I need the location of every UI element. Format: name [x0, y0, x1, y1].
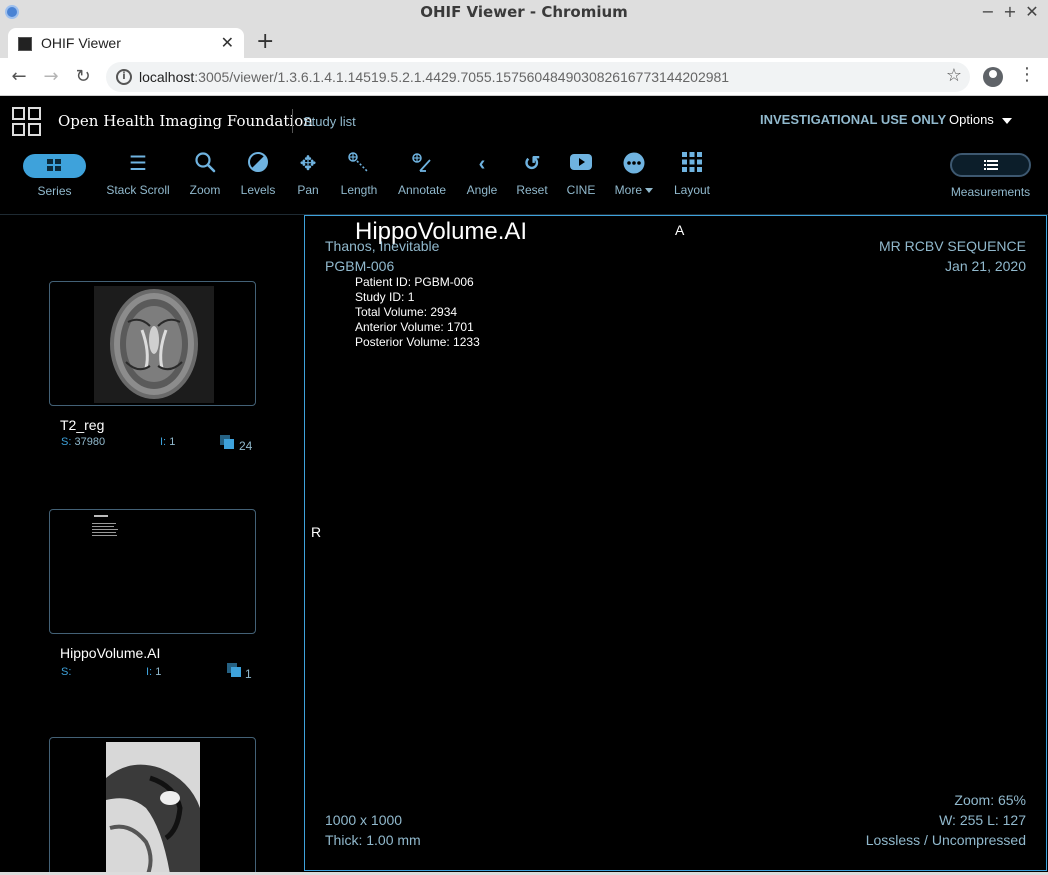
report-line: Study ID: 1: [355, 290, 415, 304]
report-thumbnail-icon: [92, 515, 118, 536]
patient-id: PGBM-006: [325, 258, 395, 274]
reload-icon[interactable]: ↻: [72, 66, 94, 87]
tab-close-icon[interactable]: ✕: [221, 33, 234, 52]
thumbnail-image-count: 24: [239, 439, 253, 453]
cine-button[interactable]: CINE: [564, 151, 598, 197]
zoom-level: Zoom: 65%: [954, 792, 1026, 808]
image-dimensions: 1000 x 1000: [325, 812, 403, 828]
site-info-icon[interactable]: i: [116, 69, 132, 85]
ohif-favicon-icon: [18, 37, 32, 51]
investigational-label: INVESTIGATIONAL USE ONLY: [760, 112, 947, 127]
measurements-toggle-button[interactable]: [950, 153, 1031, 177]
zoom-button[interactable]: Zoom: [186, 151, 224, 197]
series-description: MR RCBV SEQUENCE: [878, 238, 1026, 254]
report-line: Patient ID: PGBM-006: [355, 275, 474, 289]
levels-icon: [238, 151, 278, 177]
profile-icon[interactable]: [983, 67, 1003, 87]
orientation-top-marker: A: [675, 222, 685, 238]
cine-icon: [564, 151, 598, 177]
pan-icon: ✥: [299, 153, 317, 175]
back-icon[interactable]: ←: [8, 66, 30, 87]
window-titlebar: OHIF Viewer - Chromium − + ✕: [0, 0, 1048, 24]
browser-toolbar: ← → ↻ i localhost:3005/viewer/1.3.6.1.4.…: [0, 58, 1048, 96]
pan-button[interactable]: ✥ Pan: [292, 151, 324, 197]
reset-icon: ↺: [523, 153, 541, 175]
report-line: Anterior Volume: 1701: [355, 320, 474, 334]
stack-icon: [220, 435, 234, 449]
browser-tab[interactable]: OHIF Viewer ✕: [8, 28, 244, 58]
more-button[interactable]: More: [610, 151, 658, 197]
brain-mri-thumbnail-icon: [94, 286, 214, 403]
annotate-icon: [395, 151, 449, 177]
length-icon: [338, 151, 380, 177]
ohif-logo-icon[interactable]: [12, 107, 42, 137]
thumbnail-instance-number: I: 1: [146, 666, 162, 678]
thumbnail-series-name: T2_reg: [60, 417, 105, 433]
more-caret-icon: [645, 188, 654, 194]
grid-icon: [47, 159, 61, 172]
report-line: Total Volume: 2934: [355, 305, 458, 319]
stack-icon: [227, 663, 241, 677]
angle-button[interactable]: ‹ Angle: [463, 151, 501, 197]
thumbnail-series-number: S: 37980: [61, 436, 106, 448]
report-line: Posterior Volume: 1233: [355, 335, 480, 349]
tab-strip: OHIF Viewer ✕ +: [0, 24, 1048, 58]
orientation-left-marker: R: [311, 524, 322, 540]
compression-info: Lossless / Uncompressed: [865, 832, 1026, 848]
thumbnail-image[interactable]: [49, 737, 256, 872]
thumbnail-series-name: HippoVolume.AI: [60, 645, 161, 661]
zoom-icon: [186, 151, 224, 177]
layout-icon: [672, 151, 712, 177]
series-label: Series: [37, 184, 72, 198]
levels-button[interactable]: Levels: [238, 151, 278, 197]
thumbnail-image[interactable]: [49, 281, 256, 406]
length-button[interactable]: Length: [338, 151, 380, 197]
brand-name[interactable]: Open Health Imaging Foundation: [58, 112, 313, 130]
study-date: Jan 21, 2020: [945, 258, 1026, 274]
options-dropdown[interactable]: Options: [949, 112, 1012, 127]
address-bar[interactable]: i localhost:3005/viewer/1.3.6.1.4.1.1451…: [106, 62, 970, 92]
series-thumbnail-panel[interactable]: T2_reg S: 37980 I: 1 24 HippoVolume.AI S…: [0, 216, 303, 872]
patient-name: Thanos, Inevitable: [325, 238, 440, 254]
image-viewport[interactable]: HippoVolume.AI A Thanos, Inevitable PGBM…: [304, 215, 1047, 871]
reset-button[interactable]: ↺ Reset: [514, 151, 550, 197]
stack-scroll-button[interactable]: ☰ Stack Scroll: [105, 151, 171, 197]
annotate-button[interactable]: Annotate: [395, 151, 449, 197]
tab-title: OHIF Viewer: [41, 35, 121, 51]
minimize-icon[interactable]: −: [978, 2, 998, 21]
thumbnail-image[interactable]: [49, 509, 256, 634]
window-level: W: 255 L: 127: [939, 812, 1026, 828]
stack-scroll-icon: ☰: [129, 153, 147, 175]
thumbnail-instance-number: I: 1: [160, 436, 176, 448]
study-list-link[interactable]: Study list: [303, 114, 356, 129]
viewer-toolbar: Series ☰ Stack Scroll Zoom Levels ✥ Pan …: [0, 145, 1048, 215]
measurements-label: Measurements: [950, 185, 1031, 199]
close-window-icon[interactable]: ✕: [1022, 2, 1042, 21]
thumbnail-series-number: S:: [61, 666, 72, 678]
layout-button[interactable]: Layout: [672, 151, 712, 197]
series-toggle-button[interactable]: [23, 154, 86, 178]
angle-icon: ‹: [478, 153, 486, 175]
thumbnail-image-count: 1: [245, 667, 252, 681]
maximize-icon[interactable]: +: [1000, 2, 1020, 21]
bookmark-star-icon[interactable]: ☆: [946, 65, 962, 86]
more-icon: [610, 151, 658, 177]
list-icon: [984, 160, 998, 170]
app-header: Open Health Imaging Foundation Study lis…: [0, 97, 1048, 145]
header-divider: [292, 109, 293, 133]
slice-thickness: Thick: 1.00 mm: [325, 832, 421, 848]
browser-menu-icon[interactable]: ⋮: [1018, 64, 1036, 85]
window-title: OHIF Viewer - Chromium: [420, 3, 628, 21]
caret-down-icon: [1001, 117, 1012, 124]
hippocampus-thumbnail-icon: [106, 742, 200, 872]
forward-icon[interactable]: →: [40, 66, 62, 87]
url-text[interactable]: localhost:3005/viewer/1.3.6.1.4.1.14519.…: [139, 69, 729, 85]
new-tab-icon[interactable]: +: [256, 29, 274, 54]
